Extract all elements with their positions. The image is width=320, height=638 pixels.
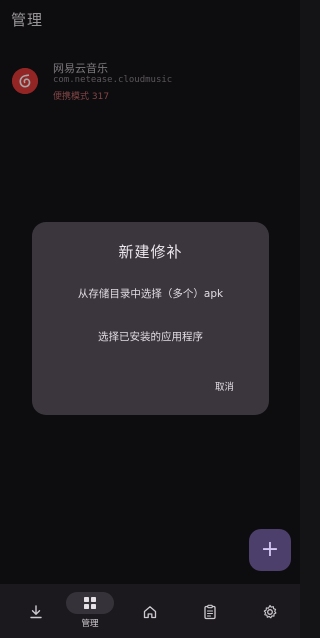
add-button[interactable]: + xyxy=(249,529,291,571)
nav-item-logs[interactable] xyxy=(180,584,240,638)
nav-item-download[interactable] xyxy=(6,584,66,638)
download-icon xyxy=(30,605,42,619)
new-patch-dialog: 新建修补 从存储目录中选择（多个）apk 选择已安装的应用程序 取消 xyxy=(32,222,269,415)
nav-label-manage: 管理 xyxy=(81,619,99,629)
nav-item-home[interactable] xyxy=(120,584,180,638)
select-installed-app-option[interactable]: 选择已安装的应用程序 xyxy=(32,329,269,344)
gear-icon xyxy=(263,604,277,619)
cancel-button[interactable]: 取消 xyxy=(215,379,234,393)
nav-item-settings[interactable] xyxy=(240,584,300,638)
add-icon: + xyxy=(260,537,280,562)
grid-icon xyxy=(84,597,96,609)
home-icon xyxy=(143,606,157,619)
clipboard-icon xyxy=(204,604,216,620)
nav-selected-indicator xyxy=(66,592,114,614)
nav-item-manage[interactable]: 管理 xyxy=(60,584,120,638)
select-apk-from-storage-option[interactable]: 从存储目录中选择（多个）apk xyxy=(32,286,269,301)
bottom-navigation: 管理 xyxy=(0,584,300,638)
dialog-title: 新建修补 xyxy=(118,243,183,261)
